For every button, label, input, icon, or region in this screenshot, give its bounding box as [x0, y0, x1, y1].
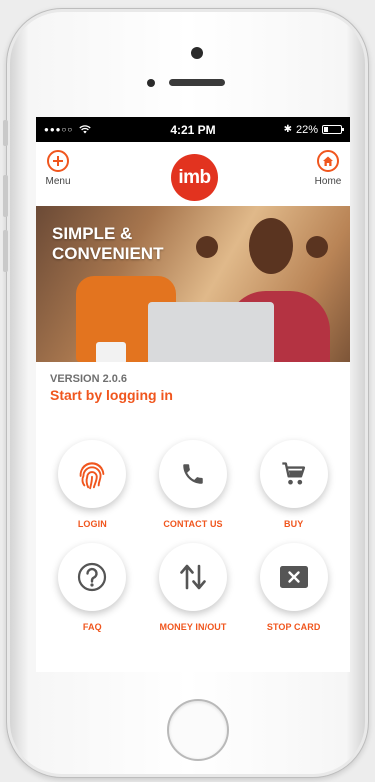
stop-card-button[interactable]: STOP CARD [243, 543, 344, 632]
intro-section: VERSION 2.0.6 Start by logging in [36, 362, 350, 440]
banner-person-head [249, 218, 293, 274]
buy-label: BUY [284, 519, 304, 529]
action-grid: LOGIN CONTACT US BUY FAQ MONEY IN/OUT ST… [36, 440, 350, 632]
battery-fill [324, 127, 328, 132]
login-prompt: Start by logging in [50, 387, 173, 403]
promo-banner: SIMPLE & CONVENIENT [36, 206, 350, 362]
volume-down-button [3, 230, 8, 272]
app-screen: ●●●○○ 4:21 PM ✱ 22% Menu imb Home SIMPLE… [36, 117, 350, 672]
contact-us-circle[interactable] [158, 440, 227, 508]
money-in-out-label: MONEY IN/OUT [159, 622, 227, 632]
banner-headline-line1: SIMPLE & [52, 224, 133, 243]
buy-button[interactable]: BUY [243, 440, 344, 529]
question-icon [78, 562, 107, 592]
app-version: VERSION 2.0.6 [50, 373, 128, 385]
contact-us-label: CONTACT US [163, 519, 223, 529]
faq-button[interactable]: FAQ [42, 543, 143, 632]
menu-label: Menu [45, 176, 71, 187]
faq-label: FAQ [82, 622, 102, 632]
fingerprint-icon [79, 462, 105, 490]
stop-card-icon [279, 566, 308, 588]
login-label: LOGIN [77, 519, 107, 529]
house-icon [317, 150, 339, 172]
phone-icon [183, 464, 203, 484]
home-label: Home [314, 176, 342, 187]
earpiece-speaker [169, 79, 225, 86]
plus-icon [47, 150, 69, 172]
banner-laptop-graphic [148, 302, 274, 362]
login-circle[interactable] [58, 440, 127, 508]
faq-circle[interactable] [58, 543, 127, 611]
battery-percent: 22% [295, 123, 318, 136]
logo-text: imb [178, 166, 211, 188]
banner-headline: SIMPLE & CONVENIENT [52, 224, 192, 264]
banner-fist-right [306, 236, 328, 258]
home-button[interactable] [167, 699, 229, 761]
cart-icon [281, 462, 305, 485]
contact-us-button[interactable]: CONTACT US [143, 440, 244, 529]
app-header: Menu imb Home [36, 142, 350, 206]
menu-button[interactable]: Menu [38, 150, 78, 187]
banner-headline-line2: CONVENIENT [52, 244, 164, 263]
front-camera [191, 47, 203, 59]
proximity-sensor [147, 79, 155, 87]
transfer-arrows-icon [180, 564, 206, 590]
money-in-out-button[interactable]: MONEY IN/OUT [143, 543, 244, 632]
imb-logo: imb [171, 154, 218, 201]
buy-circle[interactable] [259, 440, 328, 508]
banner-fist-left [196, 236, 218, 258]
battery-icon [322, 125, 344, 134]
bluetooth-icon: ✱ [283, 124, 292, 135]
banner-cup-graphic [96, 342, 126, 362]
status-bar: ●●●○○ 4:21 PM ✱ 22% [36, 117, 350, 142]
mute-switch [3, 120, 8, 146]
stop-card-circle[interactable] [259, 543, 328, 611]
stop-card-label: STOP CARD [266, 622, 321, 632]
volume-up-button [3, 175, 8, 217]
money-in-out-circle[interactable] [158, 543, 227, 611]
home-nav-button[interactable]: Home [308, 150, 348, 187]
login-button[interactable]: LOGIN [42, 440, 143, 529]
